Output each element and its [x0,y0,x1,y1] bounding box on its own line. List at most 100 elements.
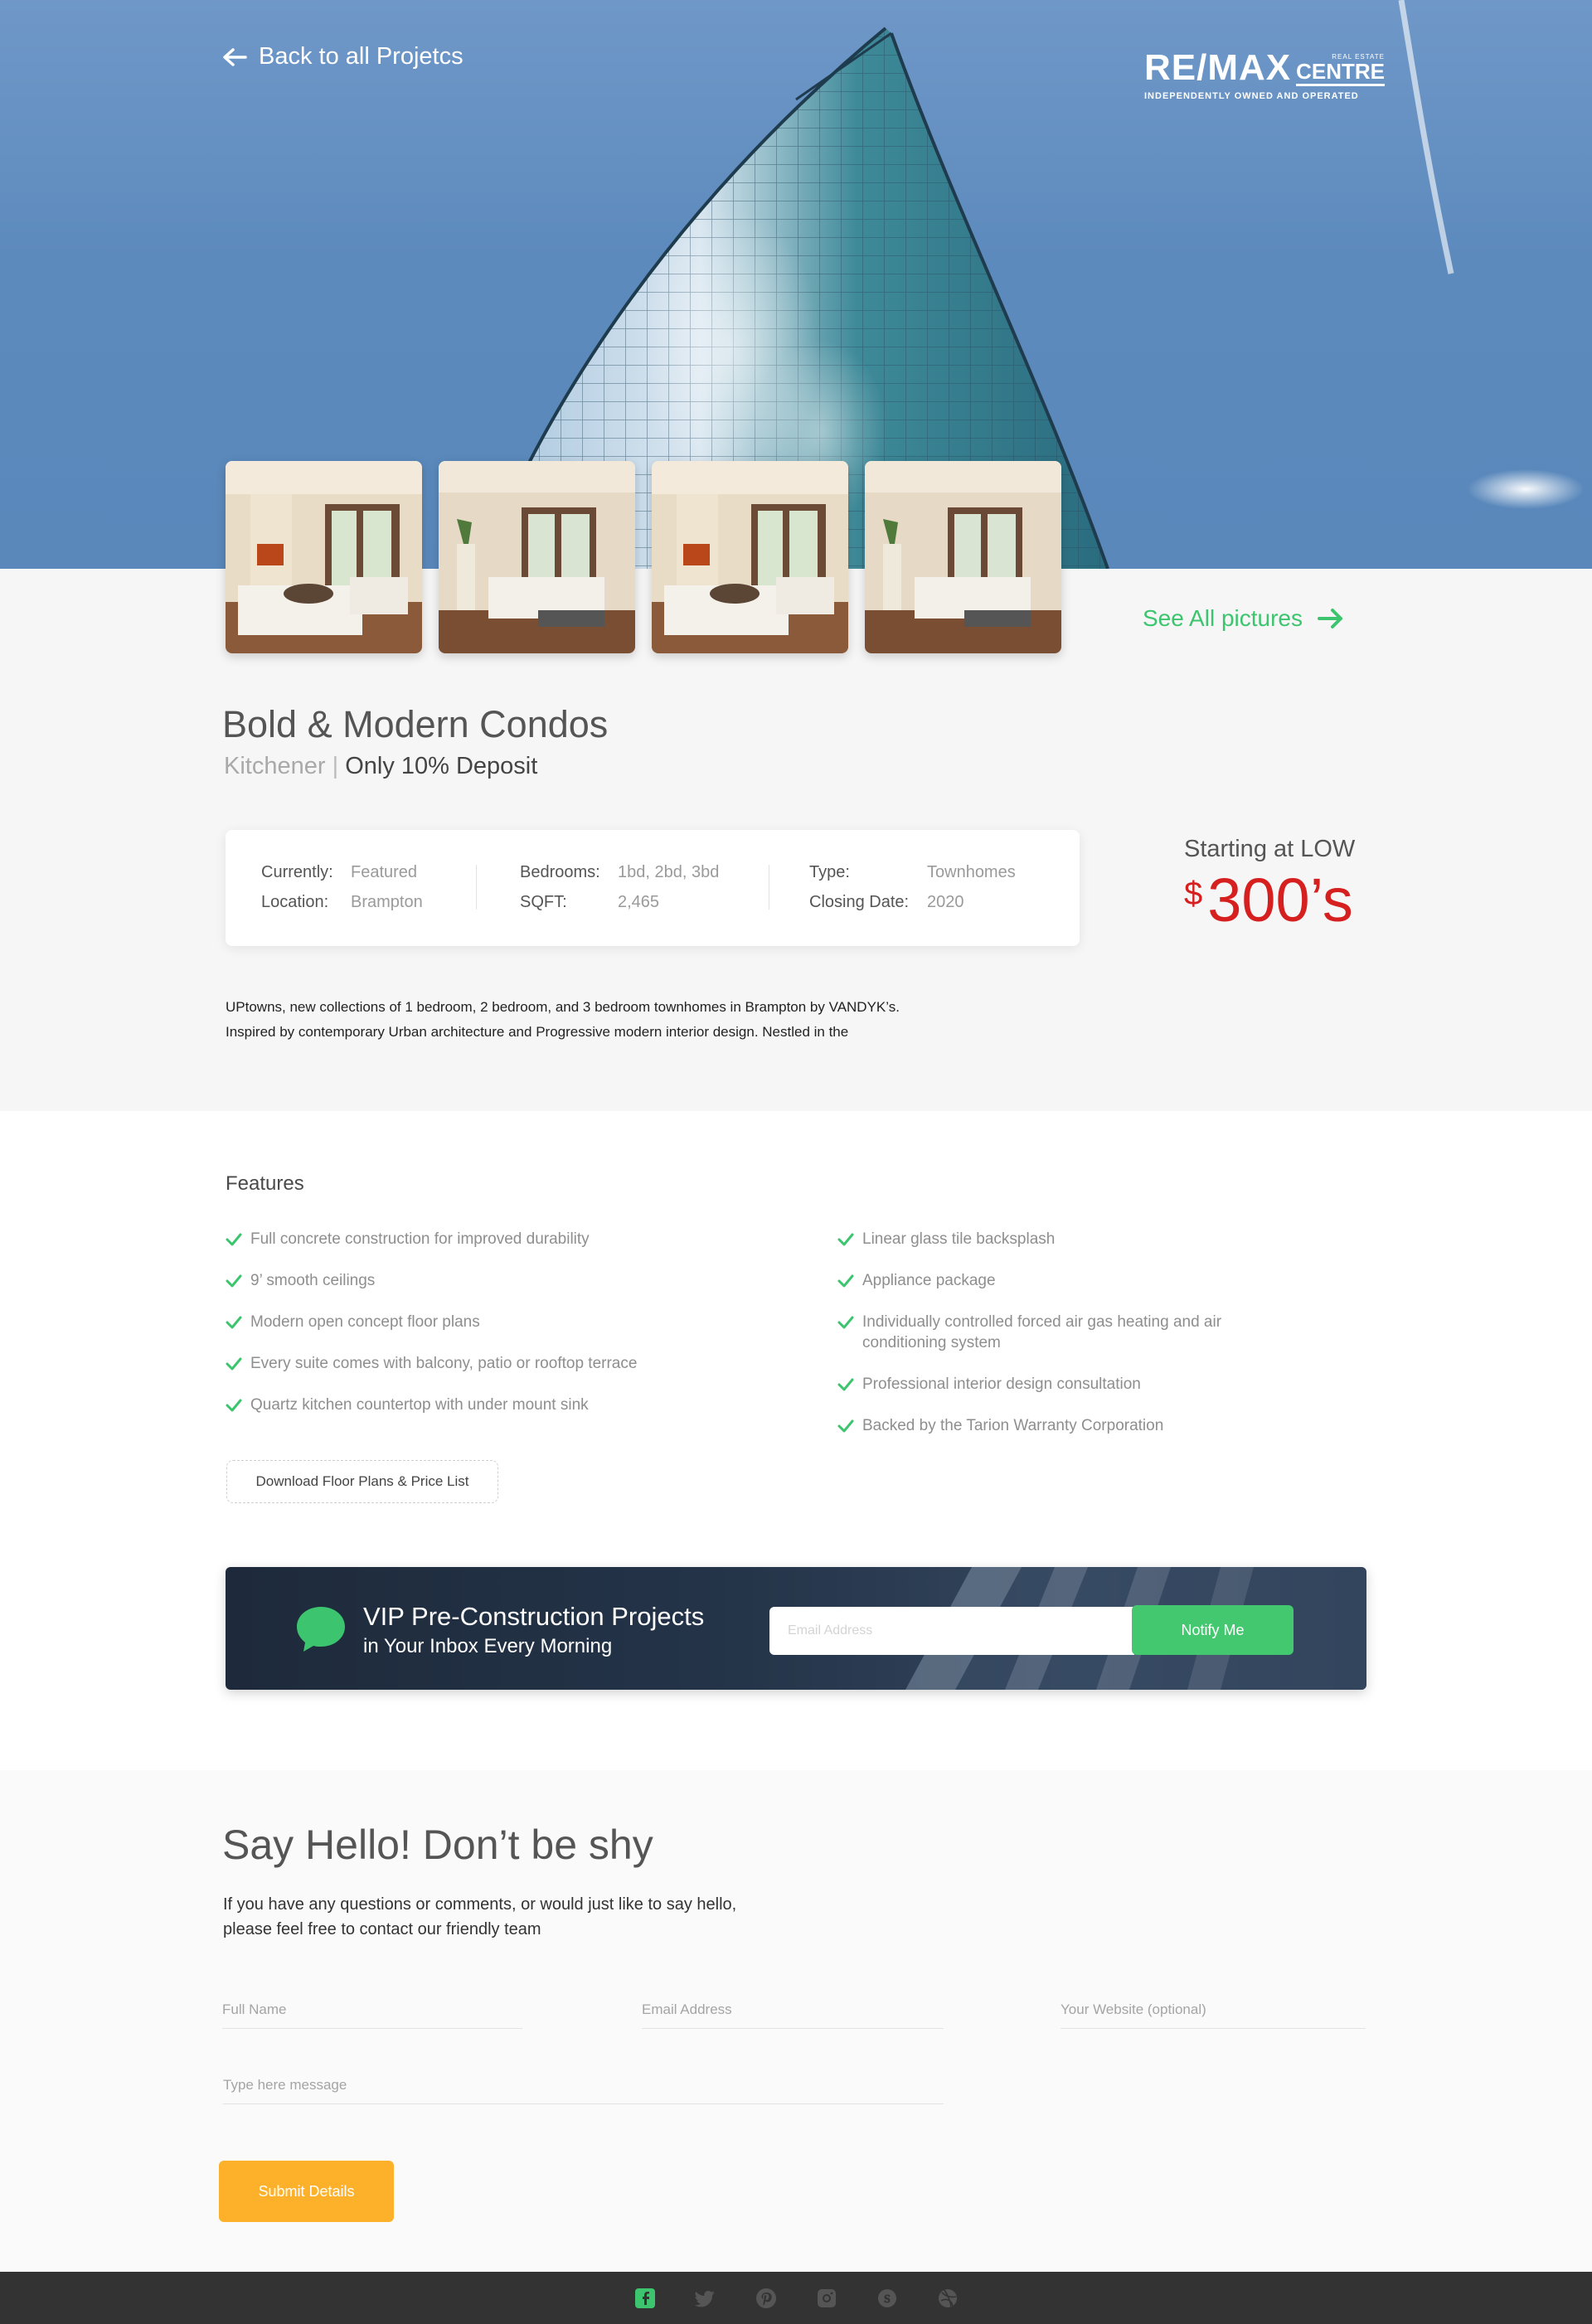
contact-intro: If you have any questions or comments, o… [223,1892,820,1942]
feature-item: Full concrete construction for improved … [226,1229,740,1249]
price-label: Starting at LOW [1184,836,1356,862]
detail-value: 2,465 [618,893,660,911]
website-input[interactable] [1061,2001,1366,2029]
features-list-right: Linear glass tile backsplash Appliance p… [837,1229,1302,1457]
full-name-input[interactable] [222,2001,522,2029]
description-line: UPtowns, new collections of 1 bedroom, 2… [226,999,900,1015]
check-icon [837,1316,854,1329]
detail-value: Townhomes [927,863,1016,881]
project-details-card: Currently: Featured Location: Brampton B… [226,830,1080,946]
back-link-label: Back to all Projetcs [259,43,464,70]
skype-icon[interactable] [876,2288,898,2309]
logo-centre: CENTRE [1296,59,1386,84]
pinterest-icon[interactable] [755,2288,777,2309]
project-description: UPtowns, new collections of 1 bedroom, 2… [226,995,1138,1045]
logo-tagline: INDEPENDENTLY OWNED AND OPERATED [1144,91,1359,101]
chat-bubble-icon [297,1607,345,1652]
check-icon [837,1274,854,1288]
features-list-left: Full concrete construction for improved … [226,1229,740,1436]
subtitle-separator: | [332,753,339,779]
feature-text: Every suite comes with balcony, patio or… [250,1355,638,1372]
back-to-projects-link[interactable]: Back to all Projetcs [222,43,464,70]
detail-label: SQFT: [520,893,567,911]
price-display: $ 300’s [1184,866,1353,935]
price-value: 300’s [1207,866,1353,934]
gallery-thumbnail-1[interactable] [226,461,422,653]
detail-value: Featured [351,863,418,881]
check-icon [837,1419,854,1433]
living-room-photo [226,461,422,653]
logo-brand: RE/MAX [1144,47,1292,88]
detail-type: Type: Townhomes [809,863,1016,882]
feature-item: Professional interior design consultatio… [837,1374,1302,1395]
feature-text: Quartz kitchen countertop with under mou… [250,1396,589,1414]
feature-item: Linear glass tile backsplash [837,1229,1302,1249]
feature-text: Individually controlled forced air gas h… [862,1313,1222,1351]
price-currency: $ [1184,876,1203,912]
project-subtitle: Kitchener | Only 10% Deposit [224,753,537,780]
notify-me-button[interactable]: Notify Me [1132,1605,1294,1655]
email-input[interactable] [642,2001,944,2029]
project-city: Kitchener [224,753,326,779]
gallery-thumbnail-3[interactable] [652,461,848,653]
check-icon [226,1316,242,1329]
living-room-photo [439,461,635,653]
thumbnail-gallery [226,461,1061,653]
detail-label: Currently: [261,863,333,881]
gallery-thumbnail-4[interactable] [865,461,1061,653]
detail-value: Brampton [351,893,423,911]
detail-divider [476,865,477,910]
contact-intro-line: please feel free to contact our friendly… [223,1920,541,1938]
facebook-icon[interactable] [634,2288,656,2309]
living-room-photo [865,461,1061,653]
feature-item: Modern open concept floor plans [226,1312,740,1332]
see-all-label: See All pictures [1143,605,1303,631]
detail-label: Type: [809,863,850,881]
feature-text: Appliance package [862,1272,996,1289]
check-icon [226,1357,242,1371]
features-title: Features [226,1172,304,1195]
instagram-icon[interactable] [816,2288,837,2309]
feature-text: Full concrete construction for improved … [250,1230,590,1248]
arrow-right-icon [1318,609,1342,628]
footer [0,2272,1592,2324]
feature-text: Modern open concept floor plans [250,1313,480,1331]
newsletter-subtitle: in Your Inbox Every Morning [363,1635,613,1657]
feature-text: Backed by the Tarion Warranty Corporatio… [862,1417,1164,1434]
message-input[interactable] [223,2077,944,2104]
living-room-photo [652,461,848,653]
feature-item: Quartz kitchen countertop with under mou… [226,1395,740,1415]
feature-item: Every suite comes with balcony, patio or… [226,1353,740,1374]
detail-value: 2020 [927,893,964,911]
feature-text: Linear glass tile backsplash [862,1230,1056,1248]
check-icon [226,1274,242,1288]
download-floor-plans-button[interactable]: Download Floor Plans & Price List [226,1460,498,1503]
check-icon [226,1399,242,1412]
detail-closing-date: Closing Date: 2020 [809,893,964,912]
detail-location: Location: Brampton [261,893,423,912]
detail-sqft: SQFT: 2,465 [520,893,659,912]
twitter-icon[interactable] [694,2288,716,2309]
remax-logo[interactable]: RE/MAX REAL ESTATE CENTRE INDEPENDENTLY … [1144,47,1386,101]
detail-bedrooms: Bedrooms: 1bd, 2bd, 3bd [520,863,719,882]
gallery-thumbnail-2[interactable] [439,461,635,653]
project-deposit: Only 10% Deposit [345,753,538,779]
submit-details-button[interactable]: Submit Details [219,2161,394,2222]
feature-item: Appliance package [837,1270,1302,1291]
contact-title: Say Hello! Don’t be shy [222,1822,653,1868]
detail-label: Closing Date: [809,893,910,911]
feature-item: 9’ smooth ceilings [226,1270,740,1291]
project-title: Bold & Modern Condos [222,703,609,745]
dribbble-icon[interactable] [937,2288,959,2309]
newsletter-email-input[interactable] [769,1607,1134,1655]
contact-intro-line: If you have any questions or comments, o… [223,1895,737,1914]
detail-label: Location: [261,893,329,911]
feature-item: Individually controlled forced air gas h… [837,1312,1302,1353]
feature-item: Backed by the Tarion Warranty Corporatio… [837,1415,1302,1436]
check-icon [837,1233,854,1246]
detail-value: 1bd, 2bd, 3bd [618,863,720,881]
newsletter-title: VIP Pre-Construction Projects [363,1602,705,1631]
feature-text: Professional interior design consultatio… [862,1375,1141,1393]
arrow-left-icon [223,47,247,66]
see-all-pictures-link[interactable]: See All pictures [1143,605,1344,632]
